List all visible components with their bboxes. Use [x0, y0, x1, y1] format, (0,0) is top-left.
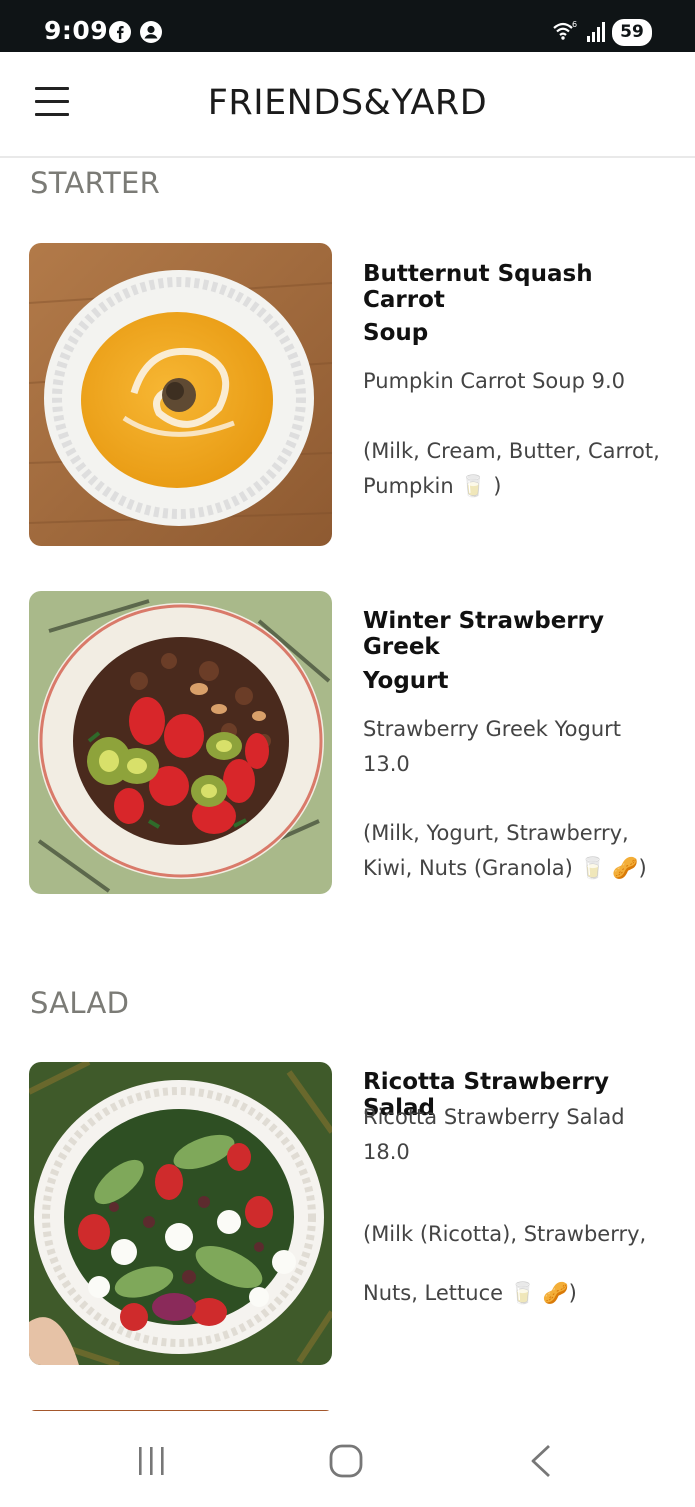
facebook-icon	[109, 21, 131, 43]
status-time: 9:09	[44, 16, 109, 45]
item-description: 18.0	[363, 1140, 410, 1164]
item-allergens: (Milk, Cream, Butter, Carrot,	[363, 439, 660, 463]
battery-icon: 59	[612, 19, 652, 46]
signal-icon	[587, 22, 605, 42]
system-nav-bar	[0, 1411, 695, 1507]
item-allergens: Pumpkin 🥛 )	[363, 474, 502, 498]
item-description: 13.0	[363, 752, 410, 776]
item-allergens: Nuts, Lettuce 🥛 🥜)	[363, 1281, 577, 1305]
home-icon[interactable]	[326, 1441, 366, 1481]
item-description: Ricotta Strawberry Salad	[363, 1105, 625, 1129]
item-description: Pumpkin Carrot Soup 9.0	[363, 369, 625, 393]
section-title-salad: SALAD	[30, 986, 130, 1020]
item-allergens: (Milk (Ricotta), Strawberry,	[363, 1222, 647, 1246]
menu-content[interactable]: STARTER Butternut Squash Carrot Soup Pum…	[0, 158, 695, 1411]
status-bar: 9:09 6 59	[0, 0, 695, 52]
recent-apps-icon[interactable]	[131, 1441, 171, 1481]
back-icon[interactable]	[521, 1441, 561, 1481]
strawberry-yogurt-photo[interactable]	[29, 591, 332, 894]
item-name: Soup	[363, 320, 429, 346]
app-header: FRIENDS&YARD	[0, 52, 695, 158]
item-name: Butternut Squash Carrot	[363, 261, 593, 313]
svg-text:6: 6	[572, 20, 577, 29]
app-title: FRIENDS&YARD	[207, 83, 488, 123]
carrot-soup-photo[interactable]	[29, 243, 332, 546]
ricotta-salad-photo[interactable]	[29, 1062, 332, 1365]
item-description: Strawberry Greek Yogurt	[363, 717, 622, 741]
item-allergens: (Milk, Yogurt, Strawberry,	[363, 821, 629, 845]
item-allergens: Kiwi, Nuts (Granola) 🥛 🥜)	[363, 856, 647, 880]
wifi-icon: 6	[553, 20, 577, 40]
section-title-starter: STARTER	[30, 166, 161, 200]
item-name: Yogurt	[363, 668, 449, 694]
item-name: Winter Strawberry Greek	[363, 608, 604, 660]
account-icon	[140, 21, 162, 43]
